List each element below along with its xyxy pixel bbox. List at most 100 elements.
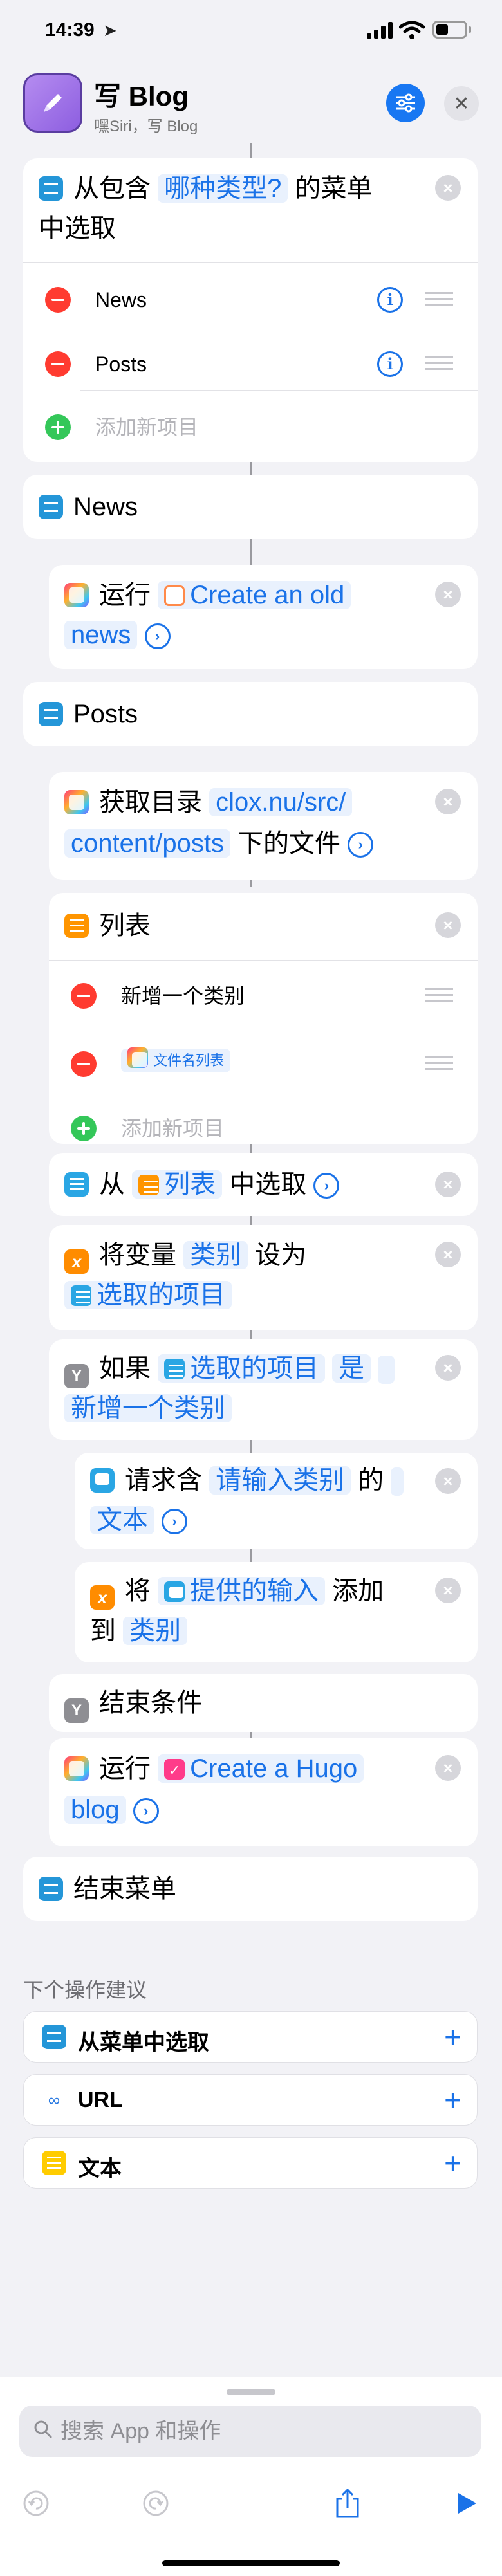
add-item-placeholder[interactable]: 添加新项目	[121, 1116, 224, 1141]
get-directory-card[interactable]: 获取目录 clox.nu/src/ content/posts 下的文件 › ×	[49, 772, 478, 880]
menu-prompt-token[interactable]: 哪种类型?	[158, 174, 288, 203]
shortcut-name: Create a Hugo	[190, 1754, 358, 1783]
menu-case-news[interactable]: News	[23, 475, 478, 539]
battery-cap	[469, 26, 471, 33]
path-token[interactable]: clox.nu/src/	[209, 788, 353, 816]
remove-action-button[interactable]: ×	[435, 175, 461, 201]
search-bar[interactable]	[19, 2406, 481, 2457]
list-card[interactable]: 列表 × 新增一个类别 文件名列表 添加新项目	[49, 893, 478, 1144]
menu-item-label[interactable]: Posts	[95, 351, 147, 377]
selected-item-token[interactable]: 选取的项目	[64, 1281, 232, 1309]
shortcut-title[interactable]: 写 Blog	[94, 75, 189, 114]
remove-item-button[interactable]	[71, 1051, 97, 1077]
run-shortcut-card[interactable]: 运行 Create an old news › ×	[49, 565, 478, 669]
condition-value-token[interactable]: 新增一个类别	[64, 1394, 232, 1422]
expand-chevron-icon[interactable]: ›	[162, 1509, 188, 1535]
condition-input-token[interactable]: 选取的项目	[158, 1354, 326, 1383]
expand-chevron-icon[interactable]: ›	[133, 1798, 159, 1825]
end-menu-card[interactable]: 结束菜单	[23, 1857, 478, 1921]
remove-item-button[interactable]	[45, 287, 71, 313]
variable-token[interactable]: 类别	[123, 1617, 188, 1645]
suggestion-label: 从菜单中选取	[78, 2030, 209, 2055]
text-icon	[42, 2151, 66, 2175]
drag-handle[interactable]	[425, 356, 453, 371]
search-input[interactable]	[60, 2416, 460, 2447]
ask-for-input-card[interactable]: 请求含 请输入类别 的 文本 › ×	[75, 1453, 478, 1549]
flow-connector	[250, 880, 252, 887]
action-list[interactable]: 从包含 哪种类型? 的菜单 中选取 × News i Posts i 添加新项目…	[0, 143, 502, 2375]
shortcut-token-cont[interactable]: news	[64, 621, 138, 649]
menu-item-label[interactable]: News	[95, 287, 147, 313]
provided-input-token[interactable]: 提供的输入	[158, 1577, 326, 1605]
token-label: 选取的项目	[190, 1354, 319, 1383]
remove-action-button[interactable]: ×	[435, 789, 461, 814]
shortcuts-icon	[64, 583, 89, 607]
expand-chevron-icon[interactable]: ›	[144, 623, 171, 650]
remove-item-button[interactable]	[45, 351, 71, 377]
remove-action-button[interactable]: ×	[435, 1242, 461, 1267]
divider	[23, 262, 478, 263]
file-names-token[interactable]: 文件名列表	[121, 1047, 231, 1072]
if-branch-icon: Y	[64, 1698, 89, 1723]
remove-action-button[interactable]: ×	[435, 1355, 461, 1381]
variable-icon: x	[90, 1585, 115, 1610]
menu-case-posts[interactable]: Posts	[23, 682, 478, 746]
set-variable-card[interactable]: x 将变量 类别 设为 选取的项目 ×	[49, 1225, 478, 1330]
run-button[interactable]	[448, 2485, 484, 2521]
redo-button[interactable]	[138, 2485, 174, 2521]
plus-icon[interactable]: +	[444, 2019, 461, 2054]
action-text: 中选取	[39, 214, 116, 243]
list-item-label[interactable]: 新增一个类别	[121, 983, 245, 1009]
action-text: 列表	[99, 912, 151, 940]
add-to-variable-card[interactable]: x将 提供的输入 添加 到 类别 ×	[75, 1562, 478, 1662]
drag-handle[interactable]	[425, 292, 453, 306]
share-button[interactable]	[330, 2485, 366, 2521]
expand-chevron-icon[interactable]: ›	[348, 832, 374, 858]
remove-action-button[interactable]: ×	[435, 582, 461, 607]
plus-icon[interactable]: +	[444, 2146, 461, 2180]
close-button[interactable]: ✕	[444, 86, 479, 121]
remove-item-button[interactable]	[71, 983, 97, 1009]
undo-button[interactable]	[18, 2485, 54, 2521]
choose-from-menu-card[interactable]: 从包含 哪种类型? 的菜单 中选取 × News i Posts i 添加新项目	[23, 158, 478, 462]
expand-chevron-icon[interactable]: ›	[313, 1173, 340, 1199]
remove-action-button[interactable]: ×	[435, 1578, 461, 1603]
if-card[interactable]: Y 如果 选取的项目 是 新增一个类别 ×	[49, 1339, 478, 1440]
sheet-grabber[interactable]	[227, 2389, 275, 2395]
suggestion-choose-from-menu[interactable]: 从菜单中选取 +	[23, 2011, 478, 2063]
shortcut-token[interactable]: Create a Hugo	[158, 1754, 364, 1783]
info-icon[interactable]: i	[377, 287, 403, 313]
run-shortcut-card[interactable]: 运行 Create a Hugo blog › ×	[49, 1738, 478, 1846]
add-item-button[interactable]	[71, 1116, 97, 1141]
checkmark-icon	[164, 1759, 185, 1780]
remove-action-button[interactable]: ×	[435, 912, 461, 938]
remove-action-button[interactable]: ×	[435, 1468, 461, 1494]
remove-action-button[interactable]: ×	[435, 1172, 461, 1197]
list-token[interactable]: 列表	[132, 1170, 223, 1199]
token-edge	[391, 1467, 404, 1496]
info-icon[interactable]: i	[377, 351, 403, 377]
cellular-signal-icon	[367, 22, 393, 39]
suggestion-text[interactable]: 文本 +	[23, 2137, 478, 2189]
variable-token[interactable]: 类别	[183, 1241, 248, 1269]
prompt-token[interactable]: 请输入类别	[209, 1466, 351, 1495]
add-item-placeholder[interactable]: 添加新项目	[95, 414, 198, 440]
remove-action-button[interactable]: ×	[435, 1755, 461, 1781]
choose-from-list-card[interactable]: 从 列表 中选取 › ×	[49, 1153, 478, 1216]
token-label: 文件名列表	[153, 1053, 225, 1069]
settings-button[interactable]	[386, 84, 425, 122]
drag-handle[interactable]	[425, 988, 453, 1002]
shortcut-token-cont[interactable]: blog	[64, 1796, 126, 1824]
end-if-card[interactable]: Y 结束条件	[49, 1674, 478, 1732]
suggestion-url[interactable]: ∞ URL +	[23, 2074, 478, 2126]
input-type-token[interactable]: 文本	[90, 1506, 154, 1534]
flow-connector	[250, 462, 252, 475]
path-token-cont[interactable]: content/posts	[64, 829, 230, 858]
menu-icon	[39, 702, 63, 726]
drag-handle[interactable]	[425, 1056, 453, 1071]
plus-icon[interactable]: +	[444, 2083, 461, 2117]
condition-operator-token[interactable]: 是	[332, 1354, 371, 1383]
shortcut-token[interactable]: Create an old	[158, 581, 351, 609]
app-icon[interactable]	[23, 73, 82, 133]
add-item-button[interactable]	[45, 414, 71, 440]
